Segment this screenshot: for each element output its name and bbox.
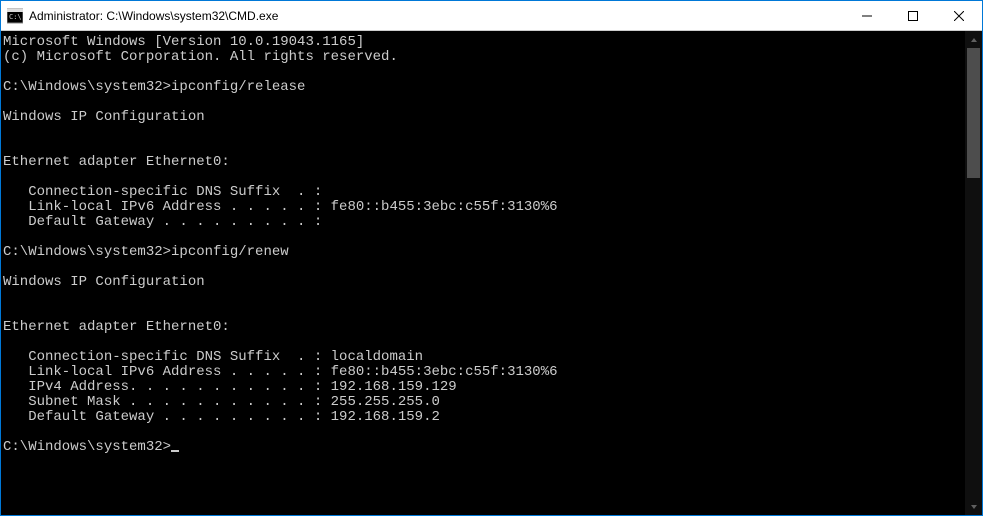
window-title: Administrator: C:\Windows\system32\CMD.e… xyxy=(29,9,278,23)
close-button[interactable] xyxy=(936,1,982,30)
terminal-prompt: C:\Windows\system32> xyxy=(3,439,171,455)
scroll-down-arrow-icon[interactable] xyxy=(965,498,982,515)
cmd-window: C:\ Administrator: C:\Windows\system32\C… xyxy=(0,0,983,516)
client-area: Microsoft Windows [Version 10.0.19043.11… xyxy=(1,31,982,515)
titlebar[interactable]: C:\ Administrator: C:\Windows\system32\C… xyxy=(1,1,982,31)
scroll-up-arrow-icon[interactable] xyxy=(965,31,982,48)
maximize-button[interactable] xyxy=(890,1,936,30)
vertical-scrollbar[interactable] xyxy=(965,31,982,515)
scroll-thumb[interactable] xyxy=(967,48,980,178)
cmd-icon: C:\ xyxy=(7,8,23,24)
terminal-cursor xyxy=(171,450,179,452)
terminal-text: Microsoft Windows [Version 10.0.19043.11… xyxy=(3,34,558,425)
minimize-button[interactable] xyxy=(844,1,890,30)
terminal-output[interactable]: Microsoft Windows [Version 10.0.19043.11… xyxy=(1,31,965,515)
window-controls xyxy=(844,1,982,30)
svg-text:C:\: C:\ xyxy=(9,13,22,21)
